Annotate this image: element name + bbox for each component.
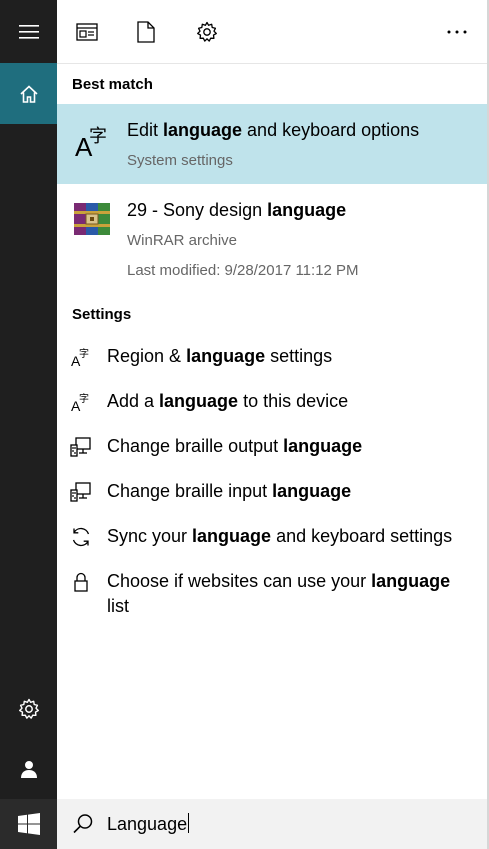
best-match-subtitle: System settings	[127, 152, 233, 169]
file-result-title: 29 - Sony design language	[127, 200, 347, 220]
settings-filter-icon	[197, 21, 217, 42]
gear-icon	[18, 698, 39, 719]
home-button[interactable]	[0, 63, 57, 124]
settings-item-websites-language[interactable]: Choose if websites can use your language…	[57, 561, 487, 631]
search-query: Language	[107, 814, 188, 834]
hamburger-menu-icon	[18, 24, 39, 39]
windows-logo-icon	[17, 813, 40, 835]
settings-button[interactable]	[0, 688, 57, 730]
settings-item-braille-output[interactable]: Change braille output language	[57, 426, 487, 471]
svg-text:字: 字	[89, 126, 107, 147]
settings-item-braille-input[interactable]: Change braille input language	[57, 471, 487, 516]
winrar-archive-icon	[74, 203, 110, 235]
settings-header: Settings	[72, 306, 132, 323]
settings-item-region-language[interactable]: A 字 Region & language settings	[57, 336, 487, 381]
svg-text:字: 字	[79, 392, 89, 405]
more-options-icon	[447, 30, 467, 34]
search-bar[interactable]: Language	[57, 799, 487, 849]
search-input[interactable]: Language	[107, 813, 190, 835]
language-settings-icon: A 字	[75, 126, 107, 160]
sync-icon	[72, 527, 90, 547]
language-icon: A 字	[71, 392, 89, 413]
home-icon	[19, 84, 38, 103]
svg-text:字: 字	[79, 347, 89, 360]
best-match-result[interactable]: A 字 Edit language and keyboard options S…	[57, 104, 487, 184]
user-button[interactable]	[0, 748, 57, 790]
file-result-modified: Last modified: 9/28/2017 11:12 PM	[127, 262, 359, 279]
braille-display-icon	[70, 437, 91, 457]
search-icon	[73, 814, 93, 834]
settings-item-label: Choose if websites can use your language…	[107, 571, 451, 616]
language-icon: A 字	[71, 347, 89, 368]
settings-item-label: Change braille output language	[107, 436, 363, 456]
apps-filter-icon	[76, 23, 98, 41]
file-result-type: WinRAR archive	[127, 232, 238, 249]
documents-filter-button[interactable]	[131, 17, 161, 47]
lock-icon	[74, 572, 88, 592]
settings-item-sync-language[interactable]: Sync your language and keyboard settings	[57, 516, 487, 561]
more-options-button[interactable]	[442, 17, 472, 47]
start-rail	[0, 0, 57, 849]
settings-item-label: Sync your language and keyboard settings	[107, 526, 453, 546]
best-match-title: Edit language and keyboard options	[127, 120, 420, 140]
menu-button[interactable]	[0, 0, 57, 63]
text-cursor	[188, 813, 190, 833]
apps-filter-button[interactable]	[72, 17, 102, 47]
start-button[interactable]	[0, 799, 57, 849]
best-match-header: Best match	[72, 76, 153, 93]
user-icon	[20, 761, 37, 778]
results-area: Best match A 字 Edit language and keyboar…	[57, 0, 487, 799]
file-result[interactable]: 29 - Sony design language WinRAR archive…	[57, 186, 487, 286]
settings-filter-button[interactable]	[192, 17, 222, 47]
settings-item-add-language[interactable]: A 字 Add a language to this device	[57, 381, 487, 426]
document-filter-icon	[137, 21, 155, 43]
settings-item-label: Change braille input language	[107, 481, 352, 501]
filter-toolbar	[57, 0, 487, 64]
settings-item-label: Add a language to this device	[107, 391, 349, 411]
search-panel: Best match A 字 Edit language and keyboar…	[57, 0, 487, 849]
settings-item-label: Region & language settings	[107, 346, 333, 366]
braille-display-icon	[70, 482, 91, 502]
